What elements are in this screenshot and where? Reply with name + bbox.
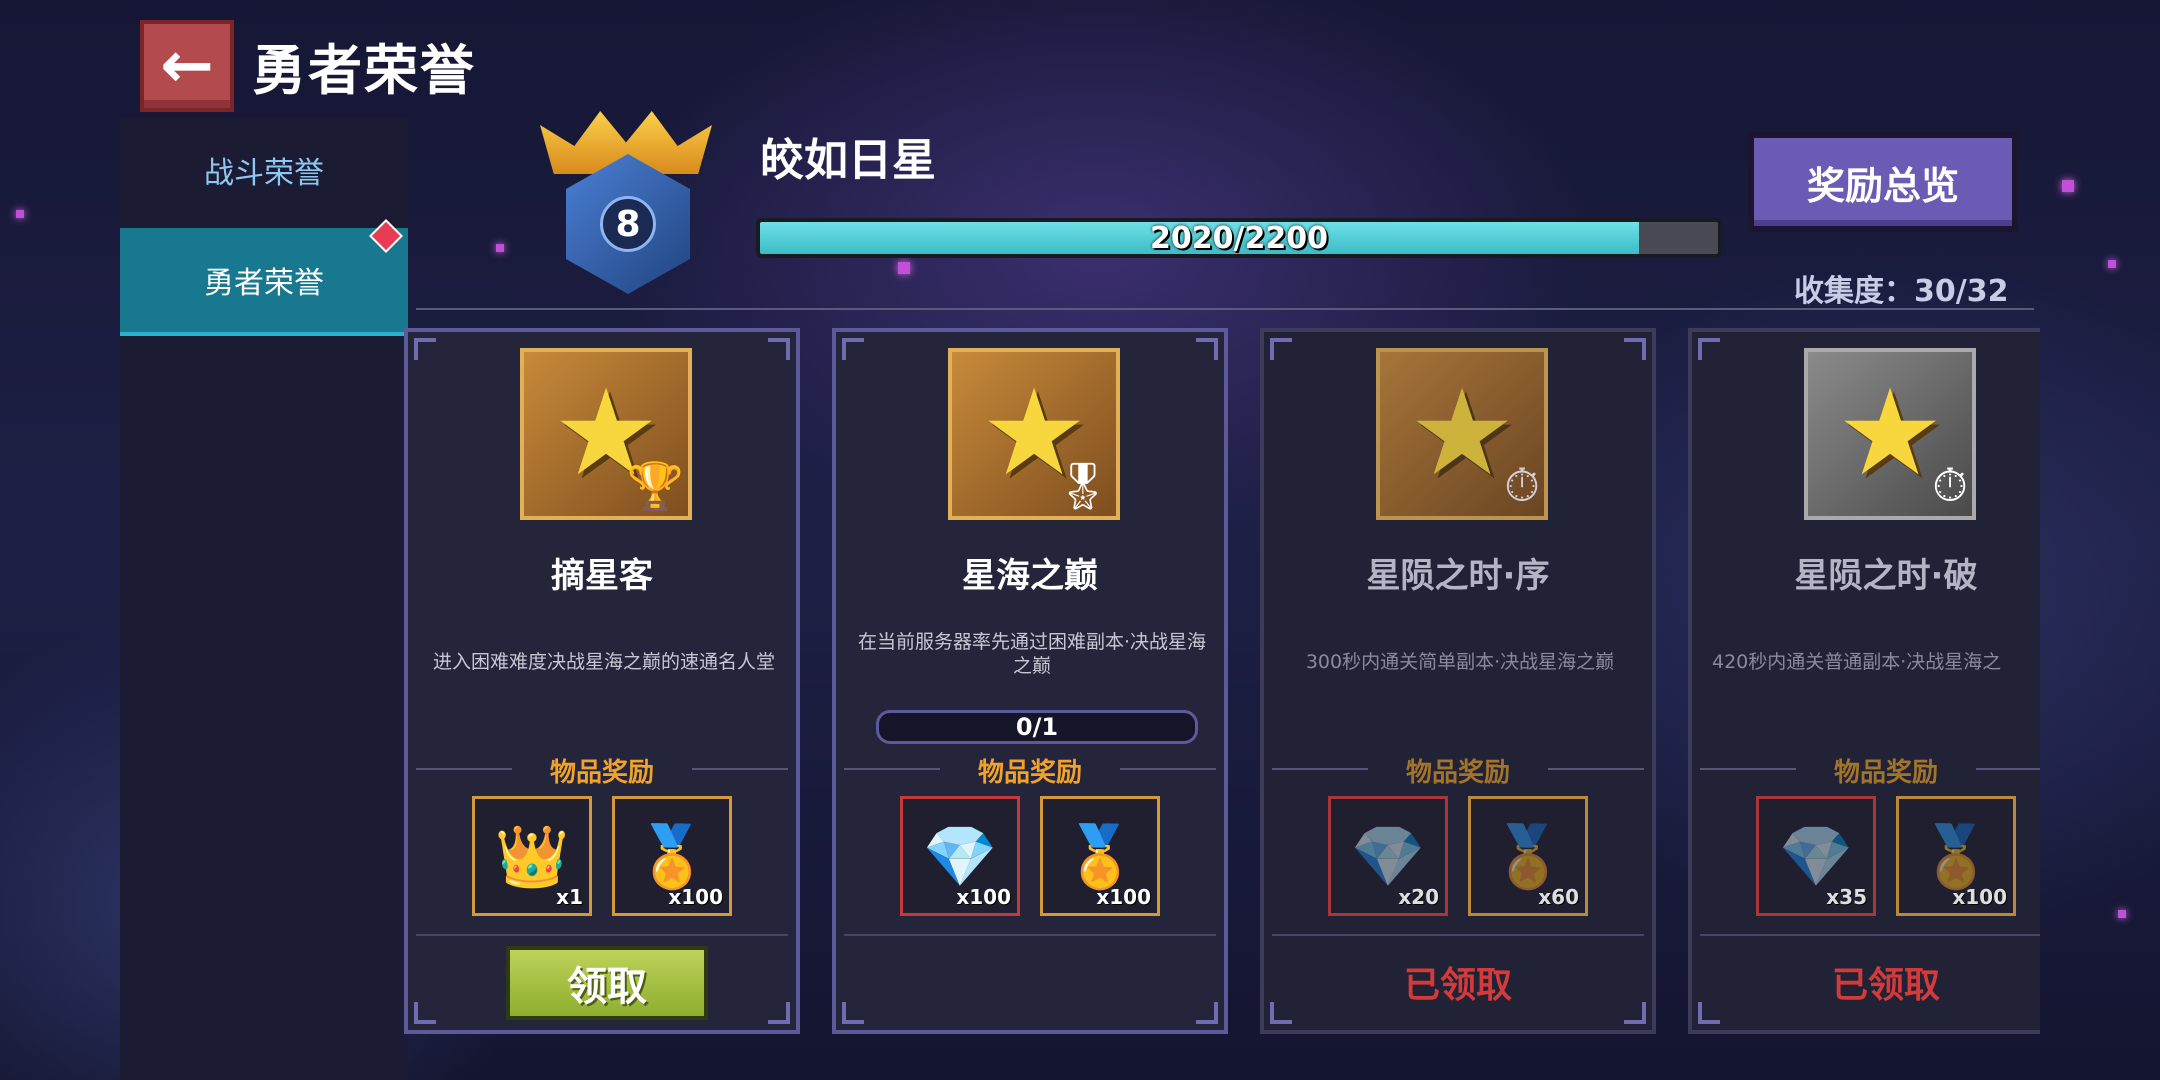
- gem-icon: 💎: [922, 821, 998, 892]
- achievement-name: 星陨之时·破: [1794, 556, 1978, 596]
- reward-overview-button[interactable]: 奖励总览: [1748, 132, 2018, 232]
- achievement-desc: 420秒内通关普通副本·决战星海之: [1712, 651, 2002, 673]
- star-coin-icon: 🏅: [1062, 821, 1138, 892]
- achievement-name: 星海之巅: [962, 556, 1098, 596]
- divider: [1272, 934, 1644, 936]
- claim-button[interactable]: 领取: [506, 946, 708, 1020]
- reward-qty: x100: [1952, 885, 2007, 909]
- claimed-label: 已领取: [1831, 965, 1940, 1006]
- gem-icon: 💎: [1350, 821, 1426, 892]
- achievement-desc: 300秒内通关简单副本·决战星海之巅: [1305, 651, 1615, 673]
- divider: [416, 934, 788, 936]
- divider: [1700, 934, 2040, 936]
- corner-ornament: [1196, 338, 1218, 360]
- bg-star: [496, 244, 504, 252]
- reward-qty: x20: [1398, 885, 1439, 909]
- clock-star-icon: ★ ⏱: [1376, 348, 1548, 520]
- corner-ornament: [1698, 338, 1720, 360]
- claimed-label: 已领取: [1403, 965, 1512, 1006]
- corner-ornament: [414, 1002, 436, 1024]
- clock-icon: ⏱: [1932, 458, 1968, 512]
- corner-ornament: [842, 1002, 864, 1024]
- corner-ornament: [1624, 338, 1646, 360]
- reward-qty: x60: [1538, 885, 1579, 909]
- star-icon: ★: [1408, 364, 1516, 503]
- medal-star-icon: ★ 🎖: [948, 348, 1120, 520]
- dice-icon: 8: [566, 154, 690, 294]
- reward-title: 物品奖励: [977, 758, 1082, 788]
- divider: [416, 308, 2034, 310]
- star-coin-icon: 🏅: [1490, 821, 1566, 892]
- reward-qty: x100: [668, 885, 723, 909]
- gem-icon: 💎: [1778, 821, 1854, 892]
- reward-item[interactable]: 👑 x1: [472, 796, 592, 916]
- corner-ornament: [1270, 338, 1292, 360]
- reward-item[interactable]: 🏅 x60: [1468, 796, 1588, 916]
- sidebar-item-label: 勇者荣誉: [204, 266, 324, 301]
- bg-star: [2062, 180, 2074, 192]
- bg-star: [2108, 260, 2116, 268]
- notification-dot-icon: [369, 219, 403, 253]
- achievement-card[interactable]: ★ ⏱ 星陨之时·序 300秒内通关简单副本·决战星海之巅 物品奖励 💎 x20 🏅…: [1260, 328, 1656, 1034]
- reward-item[interactable]: 💎 x20: [1328, 796, 1448, 916]
- corner-ornament: [768, 338, 790, 360]
- achievement-name: 摘星客: [551, 556, 653, 596]
- medal-icon: 🎖: [1053, 459, 1112, 513]
- clock-star-icon: ★ ⏱: [1804, 348, 1976, 520]
- bg-star: [16, 210, 24, 218]
- back-button[interactable]: ←: [140, 20, 234, 112]
- reward-title: 物品奖励: [1405, 758, 1510, 788]
- reward-item[interactable]: 🏅 x100: [1896, 796, 2016, 916]
- reward-qty: x1: [556, 885, 583, 909]
- achievement-desc: 在当前服务器率先通过困难副本·决战星海之巅: [857, 631, 1207, 677]
- collection-progress: 收集度：30/32: [1794, 274, 2009, 309]
- rank-badge: 8: [536, 104, 716, 304]
- rank-progress-bar: 2020/2200: [756, 218, 1722, 258]
- reward-title: 物品奖励: [1833, 758, 1938, 788]
- sidebar: 战斗荣誉 勇者荣誉: [120, 118, 408, 1080]
- reward-item[interactable]: 🏅 x100: [1040, 796, 1160, 916]
- reward-item[interactable]: 💎 x35: [1756, 796, 1876, 916]
- reward-qty: x100: [1096, 885, 1151, 909]
- achievement-card[interactable]: ★ ⏱ 星陨之时·破 420秒内通关普通副本·决战星海之 物品奖励 💎 x35 🏅 x…: [1688, 328, 2040, 1034]
- achievement-card[interactable]: ★ 🏆 摘星客 进入困难难度决战星海之巅的速通名人堂 物品奖励 👑 x1 🏅 x100…: [404, 328, 800, 1034]
- sidebar-item-hero-honor[interactable]: 勇者荣誉: [120, 219, 408, 336]
- rank-name: 皎如日星: [760, 135, 936, 186]
- reward-title: 物品奖励: [549, 758, 654, 788]
- reward-qty: x35: [1826, 885, 1867, 909]
- reward-item[interactable]: 🏅 x100: [612, 796, 732, 916]
- achievement-list[interactable]: ★ 🏆 摘星客 进入困难难度决战星海之巅的速通名人堂 物品奖励 👑 x1 🏅 x100…: [404, 328, 2040, 1036]
- sidebar-item-battle-honor[interactable]: 战斗荣誉: [120, 118, 408, 222]
- achievement-desc: 进入困难难度决战星海之巅的速通名人堂: [432, 651, 775, 673]
- page-title: 勇者荣誉: [252, 39, 476, 102]
- corner-ornament: [414, 338, 436, 360]
- reward-qty: x100: [956, 885, 1011, 909]
- star-icon: ★: [1836, 364, 1944, 503]
- rank-progress-text: 2020/2200: [1150, 220, 1328, 256]
- achievement-name: 星陨之时·序: [1366, 556, 1550, 596]
- star-coin-icon: 🏅: [1918, 821, 1994, 892]
- rank-level: 8: [600, 196, 656, 252]
- achievement-card[interactable]: ★ 🎖 星海之巅 在当前服务器率先通过困难副本·决战星海之巅 0/1 物品奖励 💎…: [832, 328, 1228, 1034]
- star-coin-icon: 🏅: [634, 821, 710, 892]
- corner-ornament: [768, 1002, 790, 1024]
- arrow-left-icon: ←: [160, 29, 214, 103]
- sidebar-item-label: 战斗荣誉: [204, 156, 324, 191]
- trophy-icon: 🏆: [626, 459, 684, 513]
- reward-item[interactable]: 💎 x100: [900, 796, 1020, 916]
- corner-ornament: [1196, 1002, 1218, 1024]
- bg-star: [898, 262, 910, 274]
- clock-icon: ⏱: [1504, 458, 1540, 512]
- mask-item-icon: 👑: [494, 821, 570, 892]
- divider: [844, 934, 1216, 936]
- trophy-star-icon: ★ 🏆: [520, 348, 692, 520]
- achievement-progress: 0/1: [876, 710, 1198, 744]
- corner-ornament: [842, 338, 864, 360]
- bg-star: [2118, 910, 2126, 918]
